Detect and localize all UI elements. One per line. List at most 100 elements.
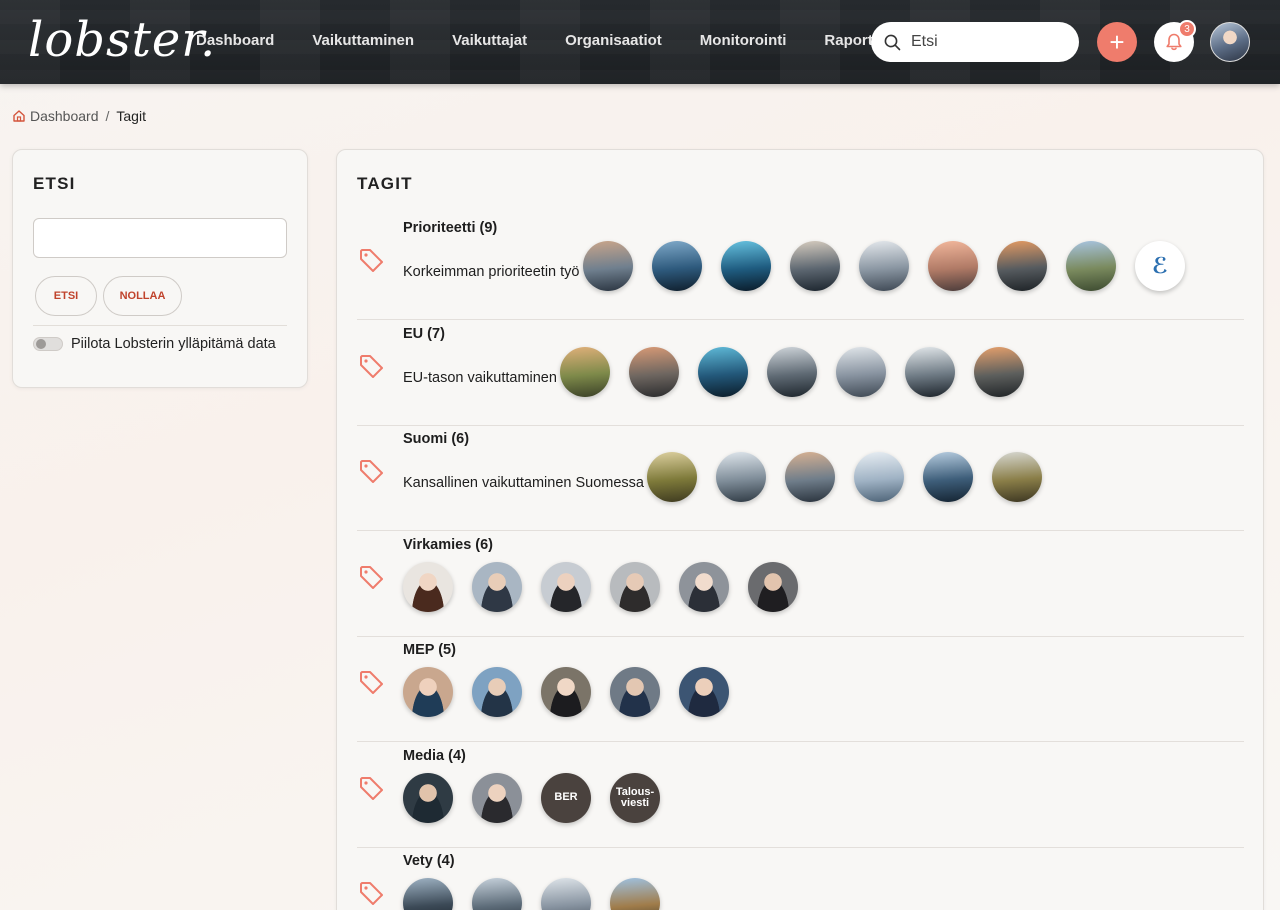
tag-thumbnails: BER Talous- viesti	[403, 772, 679, 823]
linked-item-image[interactable]	[1066, 241, 1116, 291]
linked-item-image[interactable]	[541, 878, 591, 910]
global-search-input[interactable]	[911, 33, 1061, 51]
person-avatar[interactable]	[472, 667, 522, 717]
tag-row: MEP (5)	[357, 636, 1244, 742]
tag-row: Vety (4)	[357, 847, 1244, 910]
tag-description: EU-tason vaikuttaminen	[403, 369, 557, 386]
tag-icon	[360, 460, 383, 483]
linked-item-image[interactable]	[992, 452, 1042, 502]
person-avatar[interactable]	[472, 561, 522, 612]
tag-icon	[360, 354, 383, 378]
reset-button[interactable]: NOLLAA	[103, 276, 182, 316]
linked-item-image[interactable]	[610, 878, 660, 910]
tag-row: EU (7) EU-tason vaikuttaminen	[357, 320, 1244, 426]
linked-item-image[interactable]	[854, 452, 904, 502]
tag-thumbnails	[560, 346, 1043, 397]
home-icon	[13, 110, 25, 122]
tag-title[interactable]: Media (4)	[403, 748, 466, 764]
tag-row: Media (4) BER Talous- viesti	[357, 742, 1244, 848]
organization-logo-glyph: ℰ	[1151, 253, 1169, 278]
linked-item-image[interactable]	[790, 241, 840, 291]
user-avatar[interactable]	[1210, 22, 1250, 62]
tags-panel: TAGIT Prioriteetti (9) Korkeimman priorit…	[336, 149, 1264, 910]
linked-item-image[interactable]	[583, 241, 633, 291]
tag-row: Virkamies (6)	[357, 531, 1244, 637]
toggle-knob	[36, 339, 46, 349]
plus-icon: +	[1109, 26, 1125, 57]
tag-thumbnails: ℰ	[583, 241, 1204, 291]
linked-item-image[interactable]	[785, 452, 835, 502]
linked-item-image[interactable]	[836, 346, 886, 397]
linked-item-image[interactable]	[652, 241, 702, 291]
hide-lobster-data-toggle[interactable]	[33, 337, 63, 351]
linked-item-image[interactable]	[974, 346, 1024, 397]
tag-icon	[360, 565, 383, 589]
media-outlet-logo[interactable]: BER	[541, 772, 591, 823]
tag-title[interactable]: Suomi (6)	[403, 431, 469, 447]
tag-row: Suomi (6) Kansallinen vaikuttaminen Suome…	[357, 425, 1244, 531]
nav-monitorointi[interactable]: Monitorointi	[700, 30, 787, 52]
person-avatar[interactable]	[679, 667, 729, 717]
nav-vaikuttaminen[interactable]: Vaikuttaminen	[312, 30, 414, 52]
tag-icon	[360, 671, 383, 694]
media-outlet-logo[interactable]: Talous- viesti	[610, 772, 660, 823]
person-avatar[interactable]	[679, 561, 729, 612]
nav-vaikuttajat[interactable]: Vaikuttajat	[452, 30, 527, 52]
linked-item-image[interactable]	[997, 241, 1047, 291]
top-navigation-bar: lobster. Dashboard Vaikuttaminen Vaikutt…	[0, 0, 1280, 84]
tag-title[interactable]: EU (7)	[403, 326, 445, 342]
linked-item-image[interactable]	[928, 241, 978, 291]
breadcrumb: Dashboard / Tagit	[12, 108, 146, 124]
linked-item-image[interactable]	[698, 346, 748, 397]
linked-item-image[interactable]	[767, 346, 817, 397]
organization-logo[interactable]: ℰ	[1135, 241, 1185, 291]
lobster-logo[interactable]: lobster.	[28, 12, 216, 68]
linked-item-image[interactable]	[647, 452, 697, 502]
linked-item-image[interactable]	[721, 241, 771, 291]
tag-title[interactable]: Prioriteetti (9)	[403, 220, 497, 236]
tag-thumbnails	[403, 667, 748, 717]
linked-item-image[interactable]	[905, 346, 955, 397]
filter-panel: ETSI ETSI NOLLAA Piilota Lobsterin ylläp…	[12, 149, 308, 388]
person-avatar[interactable]	[403, 561, 453, 612]
search-button[interactable]: ETSI	[35, 276, 97, 316]
nav-dashboard[interactable]: Dashboard	[196, 30, 274, 52]
add-button[interactable]: +	[1097, 22, 1137, 62]
global-search	[871, 22, 1079, 62]
filter-divider	[33, 325, 287, 326]
linked-item-image[interactable]	[859, 241, 909, 291]
linked-item-image[interactable]	[403, 878, 453, 910]
filter-title: ETSI	[33, 174, 76, 193]
tag-description: Kansallinen vaikuttaminen Suomessa	[403, 475, 644, 491]
tag-title[interactable]: MEP (5)	[403, 642, 456, 658]
linked-item-image[interactable]	[629, 346, 679, 397]
person-avatar[interactable]	[541, 667, 591, 717]
main-nav: Dashboard Vaikuttaminen Vaikuttajat Orga…	[196, 30, 920, 52]
person-avatar[interactable]	[610, 667, 660, 717]
person-avatar[interactable]	[610, 561, 660, 612]
media-outlet-name: BER	[554, 791, 578, 803]
tag-icon	[360, 882, 383, 905]
linked-item-image[interactable]	[716, 452, 766, 502]
linked-item-image[interactable]	[472, 878, 522, 910]
notification-count-badge: 3	[1178, 20, 1196, 38]
notifications-button[interactable]: 3	[1154, 20, 1196, 62]
person-avatar[interactable]	[472, 772, 522, 823]
person-avatar[interactable]	[403, 772, 453, 823]
person-avatar[interactable]	[541, 561, 591, 612]
media-outlet-name: Talous- viesti	[615, 785, 655, 809]
tag-search-input[interactable]	[33, 218, 287, 258]
tag-icon	[360, 249, 383, 272]
linked-item-image[interactable]	[560, 346, 610, 397]
linked-item-image[interactable]	[923, 452, 973, 502]
person-avatar[interactable]	[403, 667, 453, 717]
tag-title[interactable]: Virkamies (6)	[403, 537, 493, 553]
tag-icon	[360, 776, 383, 800]
breadcrumb-dashboard[interactable]: Dashboard	[30, 108, 99, 124]
nav-organisaatiot[interactable]: Organisaatiot	[565, 30, 662, 52]
tag-title[interactable]: Vety (4)	[403, 853, 455, 869]
tags-panel-title: TAGIT	[357, 174, 413, 193]
person-avatar[interactable]	[748, 561, 798, 612]
hide-lobster-data-label: Piilota Lobsterin ylläpitämä data	[71, 336, 276, 352]
search-icon	[884, 34, 901, 50]
